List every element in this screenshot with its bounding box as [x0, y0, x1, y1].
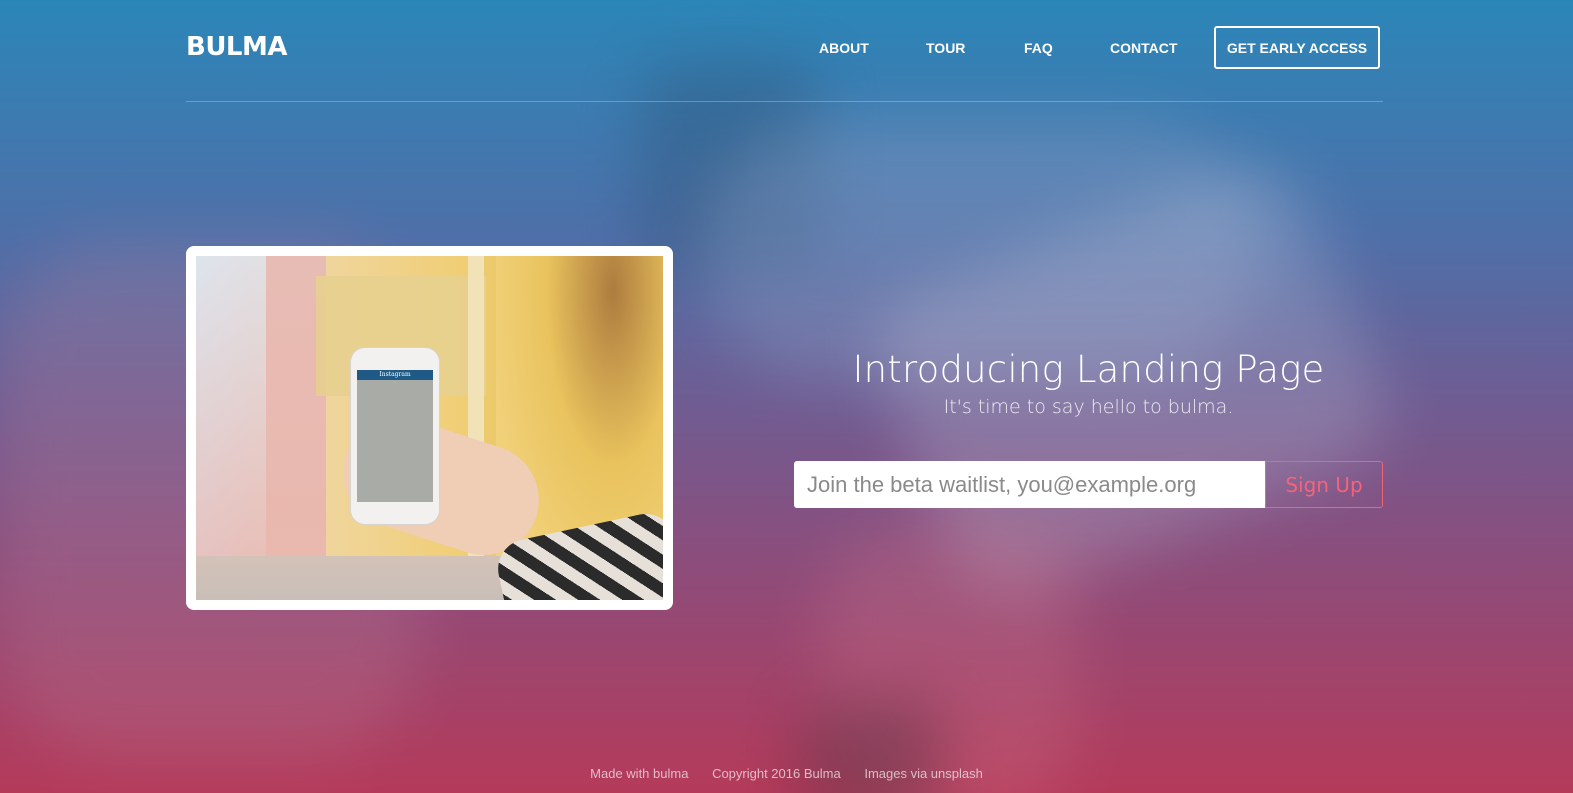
navbar: BULMA ABOUT TOUR FAQ CONTACT GET EARLY A…: [186, 0, 1383, 102]
footer: Made with bulma Copyright 2016 Bulma Ima…: [0, 766, 1573, 781]
sign-up-button[interactable]: Sign Up: [1265, 461, 1383, 508]
nav-link-tour[interactable]: TOUR: [926, 40, 965, 56]
hero-image-card: Instagram: [186, 246, 673, 610]
hero-section: BULMA ABOUT TOUR FAQ CONTACT GET EARLY A…: [0, 0, 1573, 793]
nav-link-about[interactable]: ABOUT: [819, 40, 869, 56]
photo-phone: Instagram: [351, 348, 439, 524]
photo-phone-screen: Instagram: [357, 370, 433, 502]
hero-photo: Instagram: [196, 256, 663, 600]
hero-subtitle: It's time to say hello to bulma.: [943, 396, 1234, 418]
footer-link-images-via-unsplash[interactable]: Images via unsplash: [864, 766, 983, 781]
hero-title: Introducing Landing Page: [852, 348, 1325, 391]
footer-link-copyright[interactable]: Copyright 2016 Bulma: [712, 766, 841, 781]
email-field[interactable]: [794, 461, 1266, 508]
nav-link-faq[interactable]: FAQ: [1024, 40, 1053, 56]
get-early-access-button[interactable]: GET EARLY ACCESS: [1214, 26, 1380, 69]
brand-logo[interactable]: BULMA: [186, 32, 288, 62]
nav-link-contact[interactable]: CONTACT: [1110, 40, 1177, 56]
photo-instagram-bar: Instagram: [357, 370, 433, 380]
footer-link-made-with-bulma[interactable]: Made with bulma: [590, 766, 688, 781]
photo-building: [196, 256, 266, 600]
